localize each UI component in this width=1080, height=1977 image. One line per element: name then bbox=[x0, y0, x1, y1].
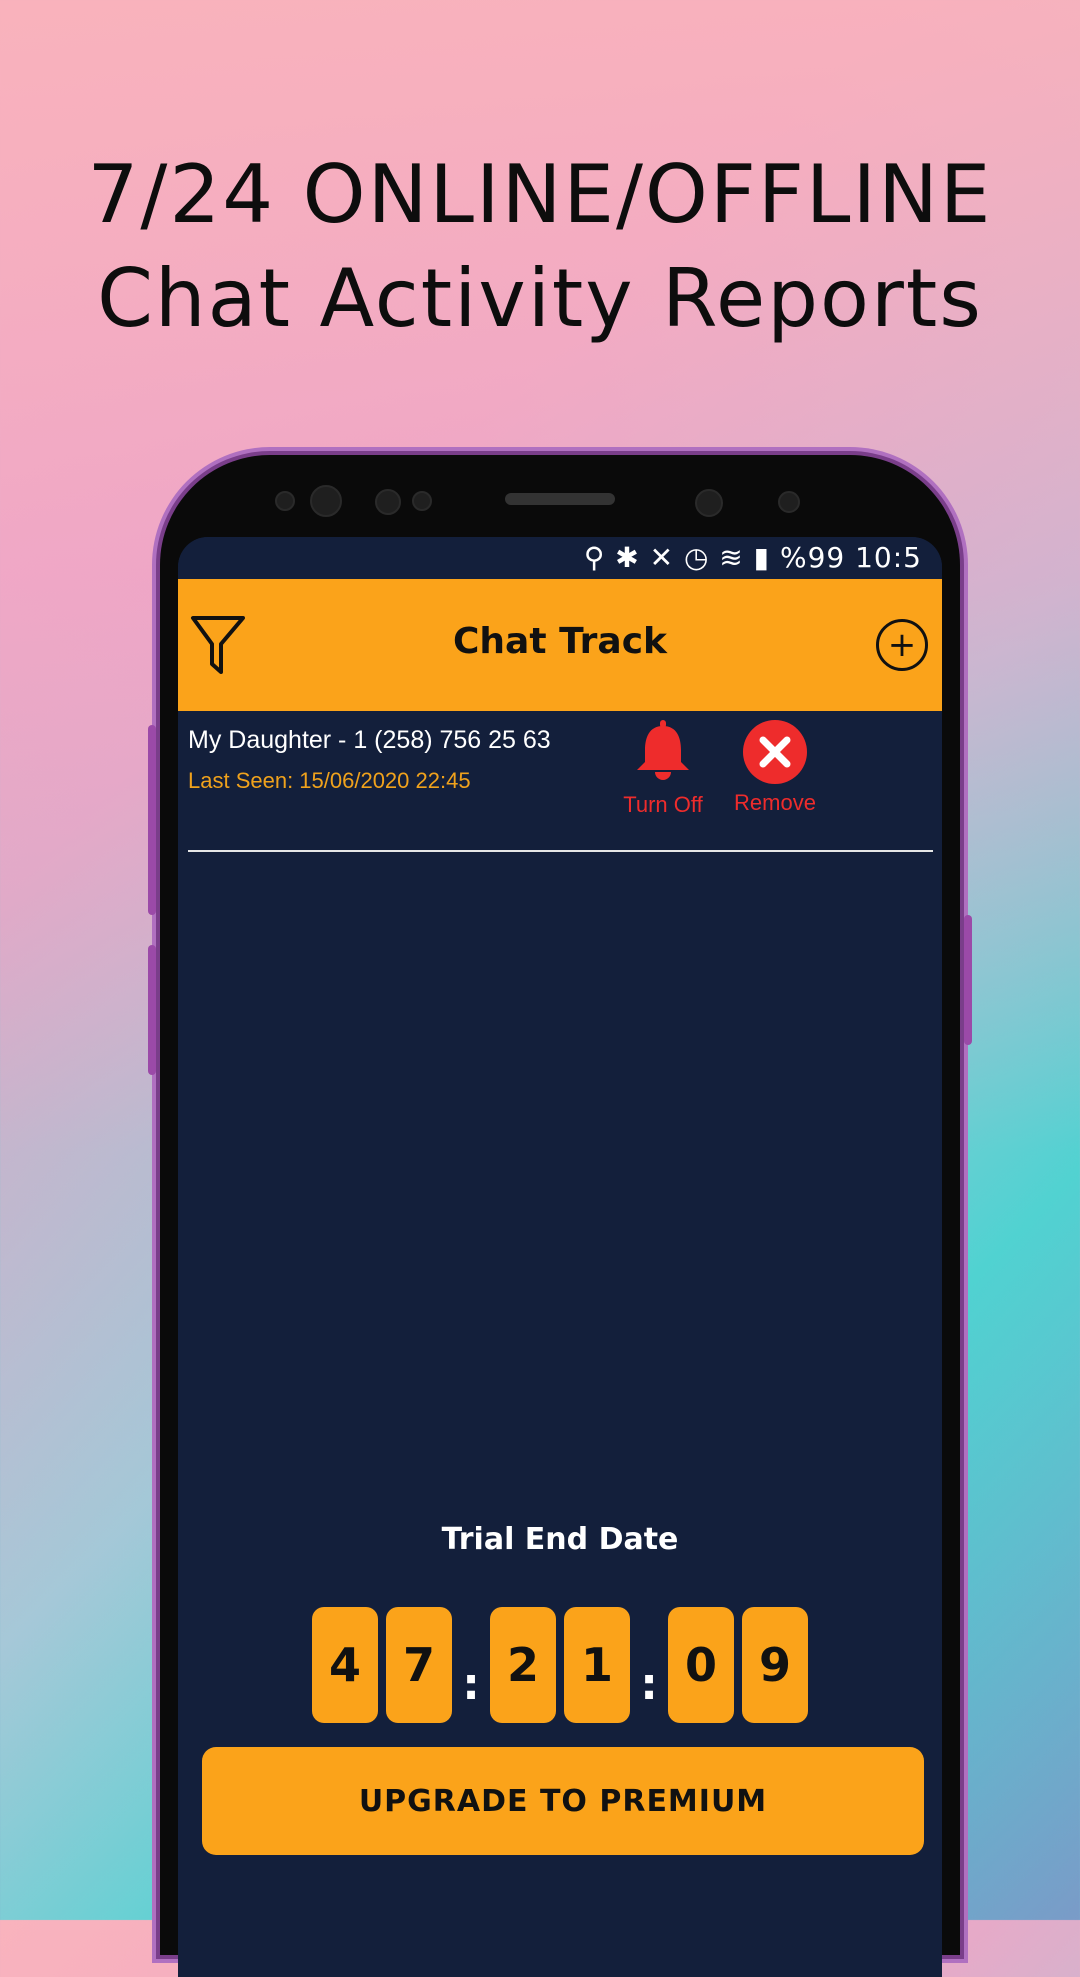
countdown-digit: 4 bbox=[312, 1607, 378, 1723]
trial-countdown: 4 7 : 2 1 : 0 9 bbox=[178, 1607, 942, 1723]
sensor-icon bbox=[778, 491, 800, 513]
turn-off-button[interactable]: Turn Off bbox=[608, 720, 718, 818]
countdown-separator: : bbox=[640, 1658, 658, 1710]
countdown-digit: 7 bbox=[386, 1607, 452, 1723]
promo-headline-line1: 7/24 ONLINE/OFFLINE bbox=[87, 148, 993, 241]
plus-icon: + bbox=[887, 625, 917, 665]
countdown-digit: 1 bbox=[564, 1607, 630, 1723]
power-button bbox=[964, 915, 972, 1045]
sensor-icon bbox=[275, 491, 295, 511]
app-title: Chat Track bbox=[452, 621, 667, 662]
remove-label: Remove bbox=[734, 790, 816, 815]
app-bar: Chat Track + bbox=[178, 579, 942, 711]
close-icon bbox=[743, 720, 807, 784]
app-screen: ⚲ ✱ ✕ ◷ ≋ ▮ %99 10:5 Chat Track + My Dau… bbox=[178, 537, 942, 1977]
volume-button bbox=[148, 725, 156, 915]
turn-off-label: Turn Off bbox=[623, 792, 703, 817]
status-text: %99 10:5 bbox=[779, 541, 922, 574]
bixby-button bbox=[148, 945, 156, 1075]
front-camera-icon bbox=[695, 489, 723, 517]
sensor-icon bbox=[412, 491, 432, 511]
upgrade-premium-button[interactable]: UPGRADE TO PREMIUM bbox=[202, 1747, 924, 1855]
countdown-digit: 2 bbox=[490, 1607, 556, 1723]
remove-button[interactable]: Remove bbox=[720, 720, 830, 816]
contact-name: My Daughter - 1 (258) 756 25 63 bbox=[188, 726, 551, 754]
sensor-icon bbox=[375, 489, 401, 515]
iris-camera-icon bbox=[310, 485, 342, 517]
promo-headline-line2: Chat Activity Reports bbox=[97, 252, 983, 345]
last-seen-text: Last Seen: 15/06/2020 22:45 bbox=[188, 768, 471, 793]
status-bar: ⚲ ✱ ✕ ◷ ≋ ▮ %99 10:5 bbox=[178, 537, 942, 579]
add-contact-button[interactable]: + bbox=[876, 619, 928, 671]
phone-frame: ⚲ ✱ ✕ ◷ ≋ ▮ %99 10:5 Chat Track + My Dau… bbox=[148, 455, 972, 1977]
status-icons: ⚲ ✱ ✕ ◷ ≋ ▮ bbox=[583, 541, 780, 574]
trial-end-title: Trial End Date bbox=[441, 1522, 679, 1557]
bell-icon bbox=[637, 720, 689, 780]
countdown-digit: 9 bbox=[742, 1607, 808, 1723]
list-item[interactable]: My Daughter - 1 (258) 756 25 63 Last See… bbox=[188, 712, 933, 852]
earpiece-speaker bbox=[505, 493, 615, 505]
countdown-digit: 0 bbox=[668, 1607, 734, 1723]
countdown-separator: : bbox=[462, 1658, 480, 1710]
